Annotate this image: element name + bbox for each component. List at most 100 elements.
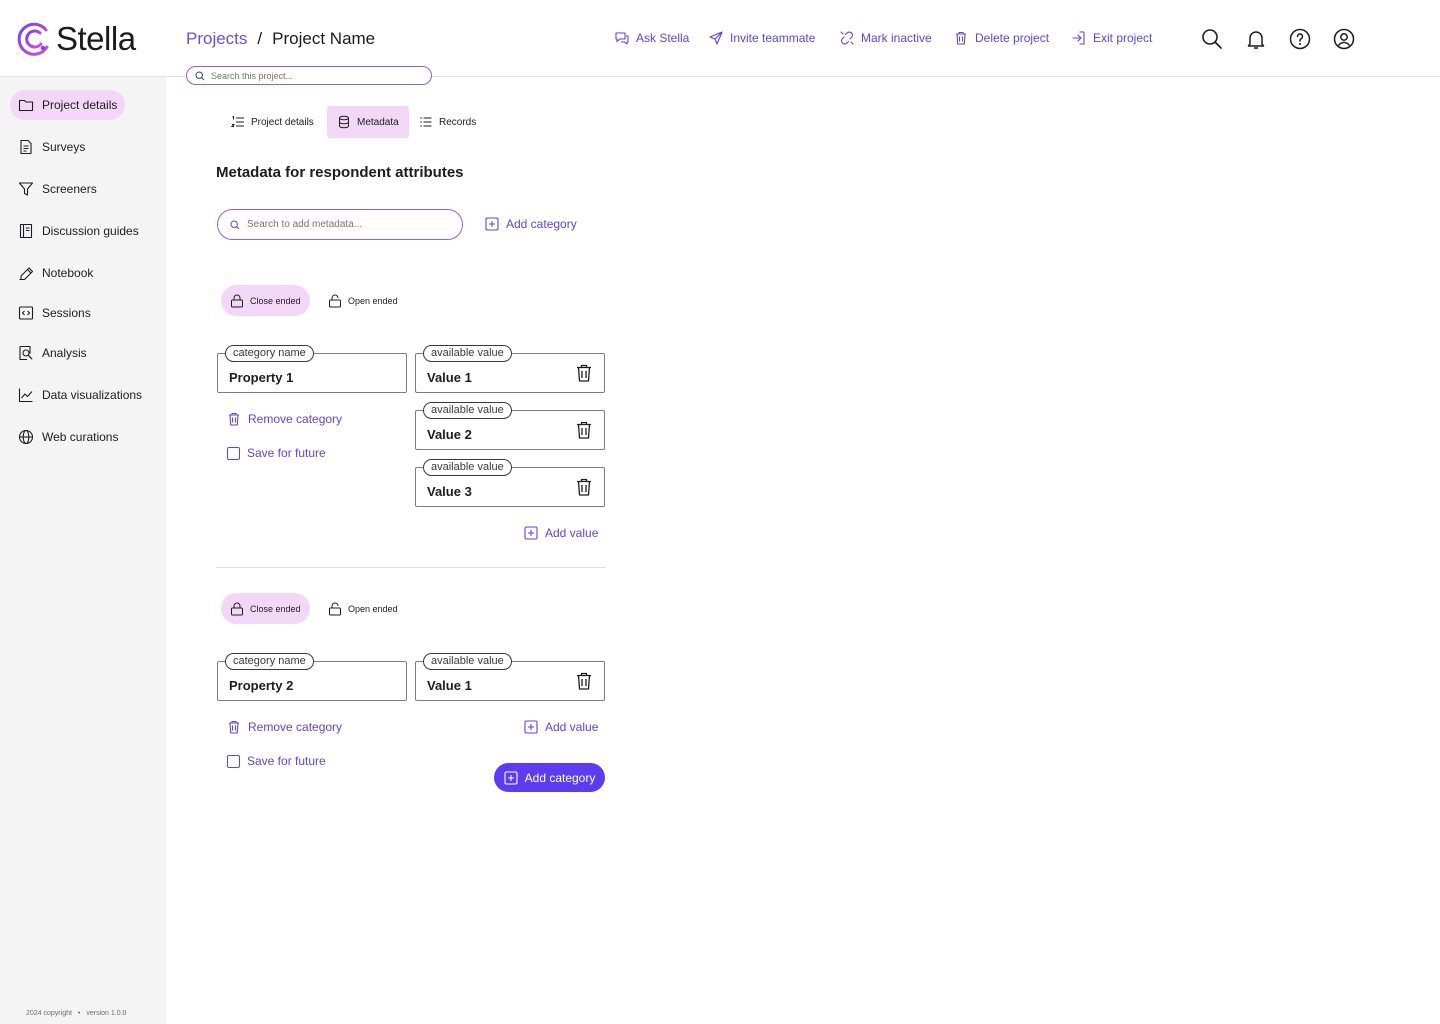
page-title: Metadata for respondent attributes — [216, 164, 464, 181]
user-account-icon[interactable] — [1332, 27, 1356, 51]
field-label: available value — [423, 459, 512, 476]
code-window-icon — [18, 306, 34, 320]
document-icon — [20, 139, 32, 155]
sidebar-item-notebook[interactable]: Notebook — [10, 258, 101, 288]
tab-records[interactable]: Records — [409, 106, 486, 138]
invite-teammate-label: Invite teammate — [730, 31, 816, 45]
sidebar-item-analysis[interactable]: Analysis — [10, 338, 95, 368]
footer-bullet: • — [77, 1010, 81, 1017]
tab-metadata[interactable]: Metadata — [327, 106, 409, 138]
add-category-button[interactable]: Add category — [494, 763, 605, 792]
value-field[interactable]: available value Value 1 — [415, 345, 605, 393]
value-text[interactable]: Value 3 — [427, 484, 567, 499]
search-icon — [230, 219, 240, 229]
metadata-search[interactable] — [217, 209, 463, 240]
remove-category-label: Remove category — [248, 412, 343, 426]
plus-square-icon — [504, 770, 518, 785]
send-icon — [709, 31, 723, 45]
sidebar-item-web-curations[interactable]: Web curations — [10, 422, 126, 452]
value-field[interactable]: available value Value 1 — [415, 653, 605, 701]
category-name-value[interactable]: Property 1 — [229, 370, 369, 385]
bell-icon[interactable] — [1244, 27, 1268, 51]
sidebar-item-label: Screeners — [42, 182, 97, 196]
delete-value-icon[interactable] — [574, 671, 594, 691]
checkbox-box[interactable] — [227, 754, 240, 768]
value-text[interactable]: Value 1 — [427, 370, 567, 385]
open-ended-toggle[interactable]: Open ended — [319, 285, 407, 316]
add-value-button[interactable]: Add value — [524, 526, 598, 540]
add-value-button[interactable]: Add value — [524, 720, 598, 734]
magnify-doc-icon — [19, 345, 33, 361]
sidebar-item-discussion-guides[interactable]: Discussion guides — [10, 216, 147, 246]
database-icon — [339, 115, 349, 129]
sidebar-item-screeners[interactable]: Screeners — [10, 174, 105, 204]
field-label: available value — [423, 653, 512, 670]
globe-icon — [18, 429, 34, 445]
close-ended-label: Close ended — [250, 603, 301, 614]
plus-square-icon — [524, 526, 538, 540]
sidebar-item-sessions[interactable]: Sessions — [10, 298, 99, 328]
open-ended-toggle[interactable]: Open ended — [319, 593, 407, 624]
field-label: available value — [423, 345, 512, 362]
field-label: category name — [225, 653, 314, 670]
sidebar-item-project-details[interactable]: Project details — [10, 90, 126, 120]
close-ended-label: Close ended — [250, 295, 301, 306]
numbered-list-icon — [231, 115, 244, 127]
save-for-future-checkbox[interactable]: Save for future — [227, 446, 326, 460]
open-ended-label: Open ended — [348, 295, 398, 306]
search-icon — [195, 70, 205, 80]
lock-icon — [231, 602, 243, 615]
breadcrumb: Projects / Project Name — [186, 29, 375, 49]
stella-logo[interactable]: Stella — [16, 20, 136, 58]
delete-value-icon[interactable] — [574, 420, 594, 440]
delete-value-icon[interactable] — [574, 477, 594, 497]
checkbox-box[interactable] — [227, 446, 240, 460]
sidebar-item-surveys[interactable]: Surveys — [10, 132, 93, 162]
project-search[interactable] — [186, 66, 432, 85]
copyright-text: 2024 copyright — [26, 1010, 72, 1017]
metadata-search-input[interactable] — [247, 219, 447, 230]
invite-teammate-button[interactable]: Invite teammate — [708, 30, 815, 46]
category-name-value[interactable]: Property 2 — [229, 678, 369, 693]
close-ended-toggle[interactable]: Close ended — [221, 593, 310, 624]
breadcrumb-current: Project Name — [272, 29, 376, 48]
broken-link-icon — [840, 31, 854, 45]
exit-project-label: Exit project — [1093, 31, 1153, 45]
ask-stella-button[interactable]: Ask Stella — [614, 30, 689, 46]
open-ended-label: Open ended — [348, 603, 398, 614]
remove-category-button[interactable]: Remove category — [227, 720, 342, 734]
book-icon — [19, 223, 33, 239]
help-icon[interactable] — [1288, 27, 1312, 51]
save-for-future-checkbox[interactable]: Save for future — [227, 754, 326, 768]
value-field[interactable]: available value Value 3 — [415, 459, 605, 507]
value-text[interactable]: Value 1 — [427, 678, 567, 693]
exit-project-button[interactable]: Exit project — [1071, 30, 1152, 46]
trash-icon — [956, 31, 966, 45]
ask-stella-label: Ask Stella — [636, 31, 690, 45]
search-icon[interactable] — [1200, 27, 1224, 51]
remove-category-button[interactable]: Remove category — [227, 412, 342, 426]
tab-project-details[interactable]: Project details — [221, 106, 324, 138]
folder-icon — [18, 99, 34, 112]
plus-square-icon — [485, 217, 499, 231]
value-text[interactable]: Value 2 — [427, 427, 567, 442]
list-icon — [420, 117, 432, 127]
mark-inactive-button[interactable]: Mark inactive — [839, 30, 932, 46]
breadcrumb-projects-link[interactable]: Projects — [186, 29, 247, 49]
sidebar-footer: 2024 copyright • version 1.0.0 — [26, 1010, 126, 1017]
category-name-field[interactable]: category name Property 2 — [217, 653, 407, 701]
close-ended-toggle[interactable]: Close ended — [221, 285, 310, 316]
add-category-link-top[interactable]: Add category — [485, 217, 577, 231]
category-name-field[interactable]: category name Property 1 — [217, 345, 407, 393]
delete-project-button[interactable]: Delete project — [953, 30, 1049, 46]
delete-value-icon[interactable] — [574, 363, 594, 383]
app-name: Stella — [56, 20, 136, 57]
value-field[interactable]: available value Value 2 — [415, 402, 605, 450]
tab-label: Project details — [251, 116, 314, 128]
remove-category-label: Remove category — [248, 720, 343, 734]
project-search-input[interactable] — [211, 70, 411, 81]
line-chart-icon — [18, 388, 33, 403]
plus-square-icon — [524, 720, 538, 734]
sidebar-item-label: Analysis — [42, 346, 87, 360]
sidebar-item-data-visualizations[interactable]: Data visualizations — [10, 380, 150, 410]
